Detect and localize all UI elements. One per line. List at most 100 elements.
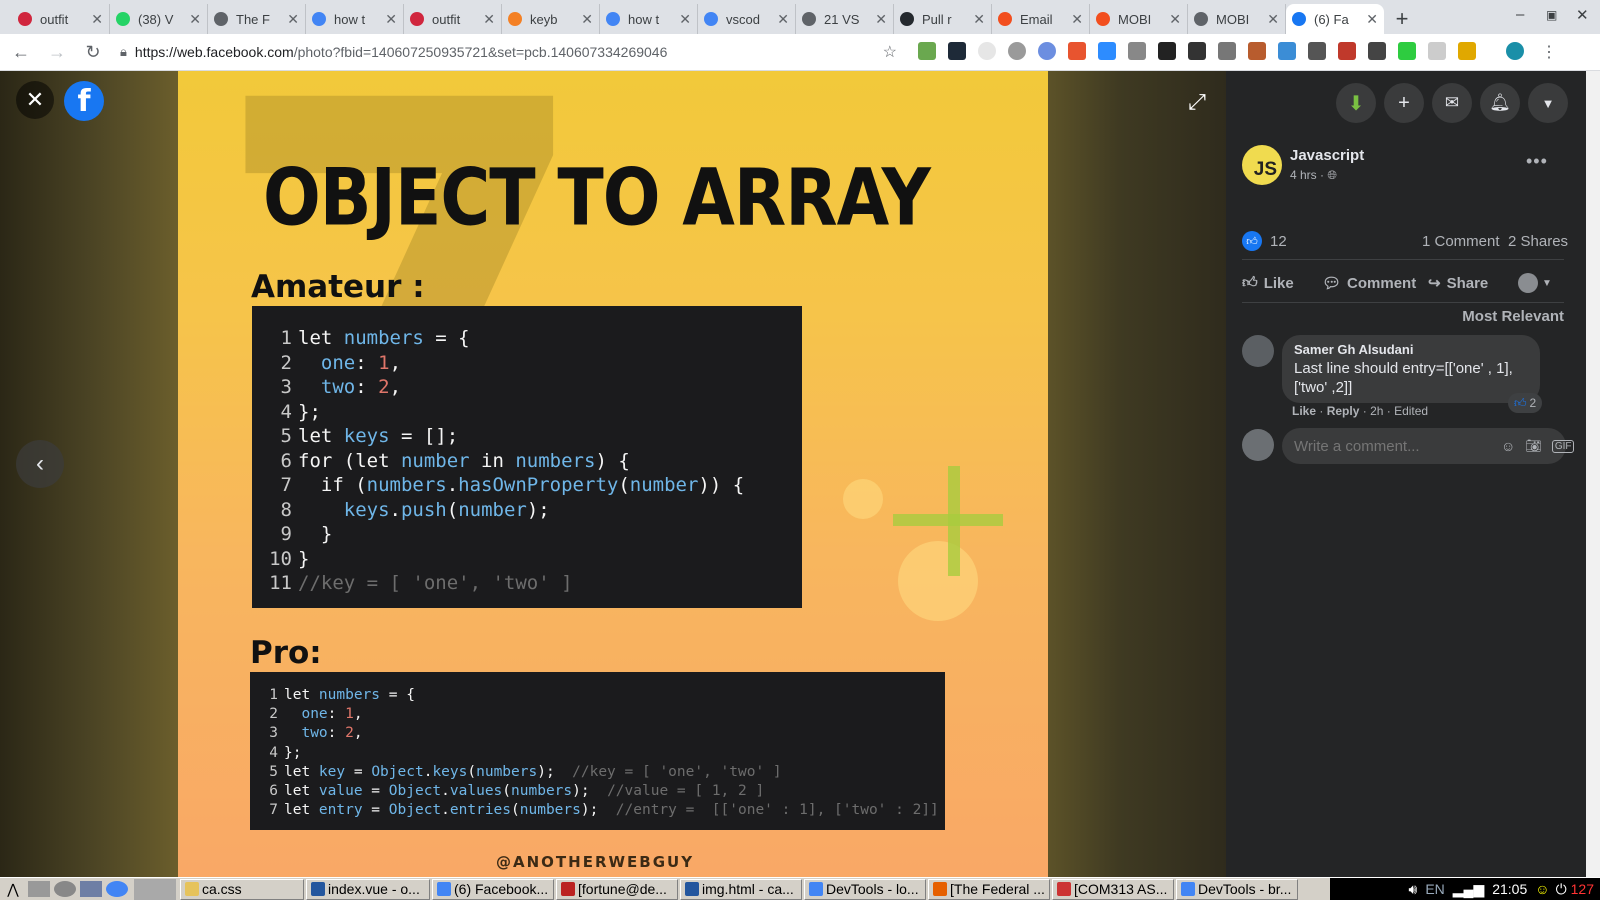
comment-input[interactable] (1294, 437, 1493, 455)
browser-tab[interactable]: The F ✕ (208, 4, 306, 34)
facebook-logo-icon[interactable]: f (64, 81, 104, 121)
new-tab-button[interactable]: + (1384, 4, 1420, 34)
browser-menu-icon[interactable]: ⋮ (1540, 42, 1558, 61)
reaction-identity-selector[interactable]: ▼ (1518, 273, 1552, 293)
extension-car-icon[interactable] (1368, 42, 1386, 60)
browser-tab[interactable]: Pull r ✕ (894, 4, 992, 34)
settings-launcher-icon[interactable] (54, 881, 76, 897)
extension-a-icon[interactable] (1248, 42, 1266, 60)
browser-tab[interactable]: how t ✕ (600, 4, 698, 34)
power-icon[interactable]: ⏻ (1556, 881, 1567, 898)
comments-count[interactable]: 1 Comment (1422, 233, 1500, 250)
comment-like-link[interactable]: Like (1292, 404, 1316, 418)
address-bar[interactable]: 🔒︎ https://web.facebook.com/photo?fbid=1… (112, 38, 897, 66)
close-window-button[interactable]: ✕ (1576, 6, 1589, 24)
browser-tab[interactable]: Email ✕ (992, 4, 1090, 34)
files-launcher-icon[interactable] (28, 881, 50, 897)
empty-launcher-slot[interactable] (134, 878, 176, 900)
emoji-icon[interactable]: ☺ (1501, 438, 1515, 454)
like-button[interactable]: 👍︎ Like (1242, 274, 1322, 292)
taskbar-window-button[interactable]: ca.css (180, 878, 304, 900)
extension-gear-icon[interactable] (1008, 42, 1026, 60)
taskbar-window-button[interactable]: [The Federal ... (928, 878, 1050, 900)
fullscreen-icon[interactable]: ⤢ (1182, 87, 1212, 117)
extension-circle-icon[interactable] (978, 42, 996, 60)
close-tab-icon[interactable]: ✕ (385, 11, 397, 28)
taskbar-window-button[interactable]: [fortune@de... (556, 878, 678, 900)
close-tab-icon[interactable]: ✕ (875, 11, 887, 28)
close-tab-icon[interactable]: ✕ (581, 11, 593, 28)
language-indicator[interactable]: EN (1425, 881, 1444, 897)
close-tab-icon[interactable]: ✕ (1267, 11, 1279, 28)
notifications-icon[interactable]: 🔔︎ (1480, 83, 1520, 123)
browser-tab[interactable]: vscod ✕ (698, 4, 796, 34)
camera-icon[interactable]: 📷︎ (1525, 438, 1542, 454)
page-scrollbar[interactable] (1586, 71, 1600, 877)
browser-tab[interactable]: (38) V ✕ (110, 4, 208, 34)
back-button[interactable]: ← (6, 37, 36, 67)
extension-feather-icon[interactable] (1038, 42, 1056, 60)
extension-screen-icon[interactable] (1278, 42, 1296, 60)
taskbar-window-button[interactable]: [COM313 AS... (1052, 878, 1174, 900)
extension-book-icon[interactable] (1308, 42, 1326, 60)
extension-b-icon[interactable] (1428, 42, 1446, 60)
extension-cube-icon[interactable] (1188, 42, 1206, 60)
volume-icon[interactable]: 🔊︎ (1408, 881, 1417, 898)
extension-zoom-icon[interactable] (1098, 42, 1116, 60)
chrome-launcher-icon[interactable] (106, 881, 128, 897)
close-tab-icon[interactable]: ✕ (287, 11, 299, 28)
close-tab-icon[interactable]: ✕ (91, 11, 103, 28)
extension-v-icon[interactable] (1128, 42, 1146, 60)
comment-button[interactable]: 💬︎ Comment (1322, 274, 1428, 293)
browser-tab[interactable]: outfit ✕ (12, 4, 110, 34)
taskbar-window-button[interactable]: DevTools - br... (1176, 878, 1298, 900)
close-viewer-button[interactable]: ✕ (16, 81, 54, 119)
browser-tab[interactable]: outfit ✕ (404, 4, 502, 34)
previous-photo-button[interactable]: ‹ (16, 440, 64, 488)
forward-button[interactable]: → (42, 37, 72, 67)
extension-grid-icon[interactable] (1338, 42, 1356, 60)
gif-icon[interactable]: GIF (1551, 439, 1575, 453)
taskbar-window-button[interactable]: (6) Facebook... (432, 878, 554, 900)
close-tab-icon[interactable]: ✕ (973, 11, 985, 28)
extension-frame-icon[interactable] (1218, 42, 1236, 60)
extension-c-icon[interactable] (1068, 42, 1086, 60)
extension-folder-icon[interactable] (1458, 42, 1476, 60)
tray-app-icon[interactable]: ☺ (1535, 881, 1549, 897)
profile-avatar[interactable] (1506, 42, 1524, 60)
taskbar-window-button[interactable]: DevTools - lo... (804, 878, 926, 900)
start-menu-icon[interactable]: ⋀ (0, 879, 26, 900)
post-time[interactable]: 4 hrs · (1290, 168, 1327, 182)
browser-tab[interactable]: 21 VS ✕ (796, 4, 894, 34)
reload-button[interactable]: ↻ (78, 37, 108, 67)
shares-count[interactable]: 2 Shares (1508, 233, 1568, 250)
download-extension-icon[interactable]: ⬇ (1336, 83, 1376, 123)
close-tab-icon[interactable]: ✕ (777, 11, 789, 28)
messenger-icon[interactable]: ✉︎ (1432, 83, 1472, 123)
close-tab-icon[interactable]: ✕ (483, 11, 495, 28)
desktop-launcher-icon[interactable] (80, 881, 102, 897)
reactions-count[interactable]: 12 (1270, 233, 1287, 250)
clock[interactable]: 21:05 (1492, 881, 1527, 897)
close-tab-icon[interactable]: ✕ (189, 11, 201, 28)
account-menu-icon[interactable]: ▼ (1528, 83, 1568, 123)
comment-sort-dropdown[interactable]: Most Relevant (1462, 308, 1564, 325)
browser-tab[interactable]: (6) Fa ✕ (1286, 4, 1384, 34)
comment-reply-link[interactable]: Reply (1327, 404, 1360, 418)
close-tab-icon[interactable]: ✕ (679, 11, 691, 28)
bookmark-star-icon[interactable]: ☆ (883, 42, 897, 62)
commenter-avatar[interactable] (1242, 335, 1274, 367)
comment-author[interactable]: Samer Gh Alsudani (1294, 342, 1528, 357)
browser-tab[interactable]: how t ✕ (306, 4, 404, 34)
notification-badge[interactable]: 127 (1571, 881, 1594, 897)
minimize-button[interactable]: – (1516, 6, 1524, 23)
network-icon[interactable]: ▂▄▆ (1453, 881, 1484, 898)
taskbar-window-button[interactable]: index.vue - o... (306, 878, 430, 900)
close-tab-icon[interactable]: ✕ (1169, 11, 1181, 28)
extension-doc-icon[interactable] (1158, 42, 1176, 60)
more-options-icon[interactable]: ••• (1526, 151, 1548, 172)
post-author[interactable]: Javascript (1290, 147, 1364, 164)
browser-tab[interactable]: MOBI ✕ (1188, 4, 1286, 34)
browser-tab[interactable]: keyb ✕ (502, 4, 600, 34)
comment-reactions[interactable]: 👍︎ 2 (1508, 393, 1543, 413)
